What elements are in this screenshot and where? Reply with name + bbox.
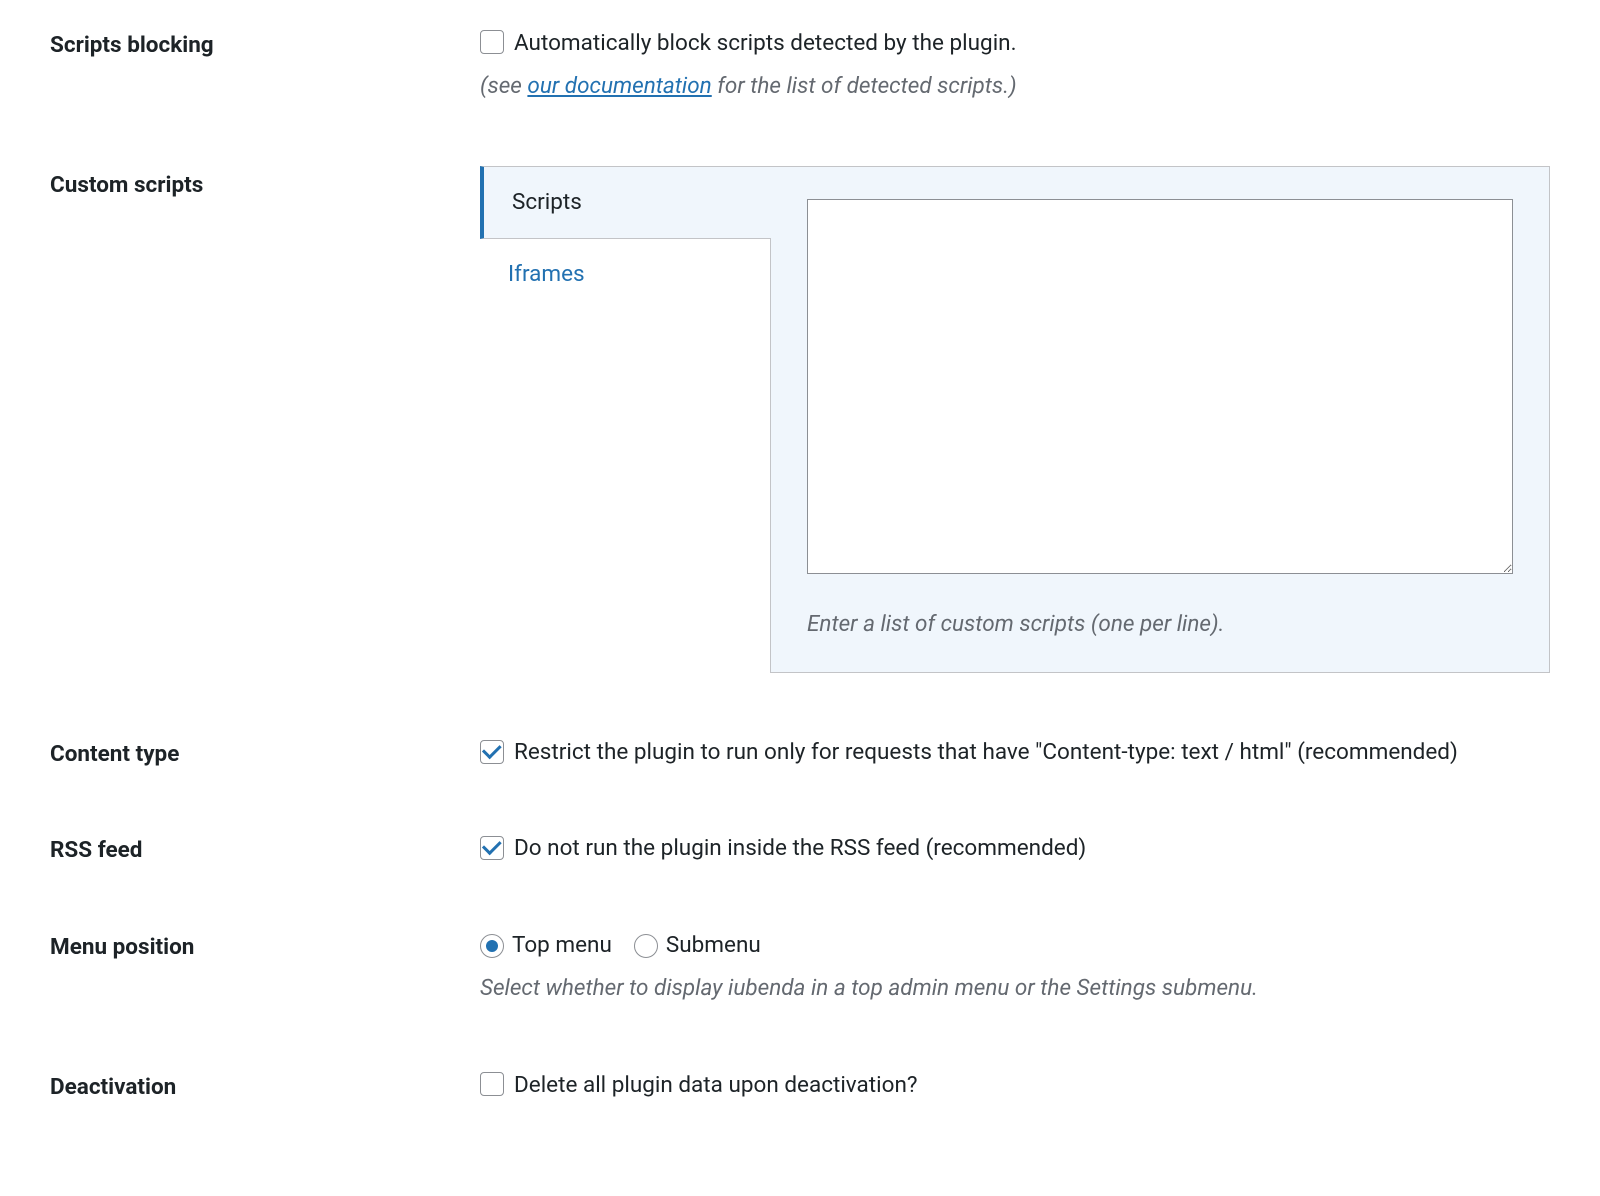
deactivation-checkbox[interactable] xyxy=(480,1072,504,1096)
scripts-blocking-helper: (see our documentation for the list of d… xyxy=(480,69,1550,104)
custom-scripts-hint: Enter a list of custom scripts (one per … xyxy=(807,607,1513,642)
scripts-blocking-text: Automatically block scripts detected by … xyxy=(514,26,1017,61)
scripts-blocking-label: Scripts blocking xyxy=(50,26,480,58)
deactivation-label: Deactivation xyxy=(50,1068,480,1100)
documentation-link[interactable]: our documentation xyxy=(527,73,711,99)
menu-position-top-text: Top menu xyxy=(512,928,612,963)
custom-scripts-label: Custom scripts xyxy=(50,166,480,198)
content-type-text: Restrict the plugin to run only for requ… xyxy=(514,735,1550,770)
menu-position-helper: Select whether to display iubenda in a t… xyxy=(480,971,1550,1006)
custom-scripts-tabs: Scripts Iframes Enter a list of custom s… xyxy=(480,166,1550,673)
menu-position-label: Menu position xyxy=(50,928,480,960)
tab-scripts[interactable]: Scripts xyxy=(480,166,771,239)
menu-position-submenu-text: Submenu xyxy=(666,928,761,963)
deactivation-text: Delete all plugin data upon deactivation… xyxy=(514,1068,918,1103)
scripts-blocking-checkbox[interactable] xyxy=(480,30,504,54)
rss-feed-text: Do not run the plugin inside the RSS fee… xyxy=(514,831,1086,866)
content-type-checkbox[interactable] xyxy=(480,740,504,764)
custom-scripts-textarea[interactable] xyxy=(807,199,1513,574)
rss-feed-label: RSS feed xyxy=(50,831,480,863)
custom-scripts-panel: Enter a list of custom scripts (one per … xyxy=(770,166,1550,673)
content-type-label: Content type xyxy=(50,735,480,767)
menu-position-submenu-radio[interactable] xyxy=(634,934,658,958)
rss-feed-checkbox[interactable] xyxy=(480,836,504,860)
tab-iframes[interactable]: Iframes xyxy=(480,239,770,310)
menu-position-top-radio[interactable] xyxy=(480,934,504,958)
